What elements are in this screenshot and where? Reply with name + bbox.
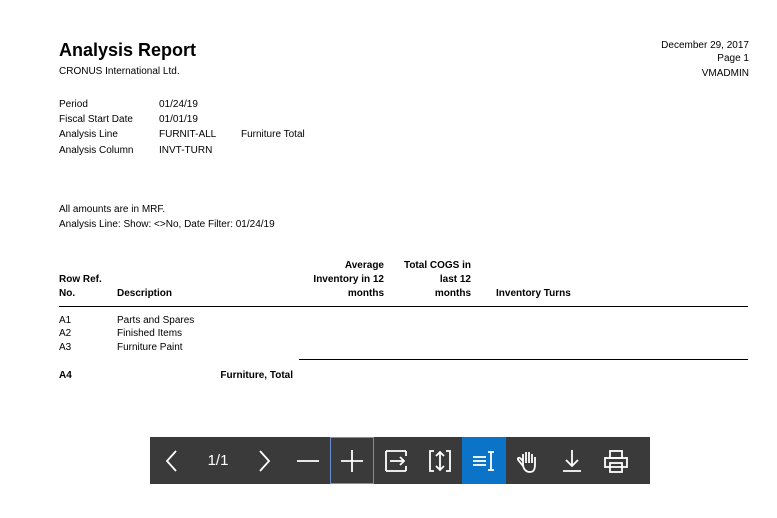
total-ref: A4 <box>59 370 72 381</box>
total-description: Furniture, Total <box>220 370 293 381</box>
param-label-analysis-line: Analysis Line <box>59 129 118 140</box>
text-select-icon <box>473 450 494 471</box>
col-row-ref-line2: No. <box>59 288 76 299</box>
text-select-button[interactable] <box>462 437 506 484</box>
zoom-out-button[interactable] <box>286 437 330 484</box>
zoom-in-button[interactable] <box>330 437 374 484</box>
row-description: Finished Items <box>117 328 183 339</box>
print-icon <box>604 449 628 473</box>
row-description: Furniture Paint <box>117 342 183 353</box>
filter-note: Analysis Line: Show: <>No, Date Filter: … <box>59 219 275 230</box>
print-button[interactable] <box>594 437 638 484</box>
fit-page-icon <box>429 449 451 472</box>
fit-width-button[interactable] <box>374 437 418 484</box>
hand-pan-icon <box>517 451 536 473</box>
next-page-button[interactable] <box>242 437 286 484</box>
col-cogs-line2: last 12 <box>439 274 471 285</box>
param-value-fiscal-start: 01/01/19 <box>159 114 198 125</box>
pdf-viewer-toolbar: 1/1 <box>150 437 650 484</box>
zoom-out-icon <box>297 459 319 462</box>
param-label-period: Period <box>59 99 88 110</box>
previous-page-button[interactable] <box>150 437 194 484</box>
report-date: December 29, 2017 <box>661 40 749 51</box>
param-value-period: 01/24/19 <box>159 99 198 110</box>
header-divider <box>59 306 748 307</box>
fit-page-button[interactable] <box>418 437 462 484</box>
param-value-analysis-line: FURNIT-ALL <box>159 129 217 140</box>
col-avg-inv-line2: Inventory in 12 <box>313 274 384 285</box>
col-avg-inv-line3: months <box>347 288 384 299</box>
user-id: VMADMIN <box>701 68 749 79</box>
amounts-note: All amounts are in MRF. <box>59 204 166 215</box>
download-icon <box>563 449 581 472</box>
col-cogs-line3: months <box>434 288 471 299</box>
param-label-fiscal-start: Fiscal Start Date <box>59 114 133 125</box>
param-extra-analysis-line: Furniture Total <box>241 129 305 140</box>
chevron-right-icon <box>259 449 271 472</box>
page-indicator: 1/1 <box>207 452 229 469</box>
col-cogs-line1: Total COGS in <box>403 260 471 271</box>
total-divider <box>299 359 748 360</box>
fit-width-icon <box>385 449 407 472</box>
chevron-left-icon <box>165 449 177 472</box>
param-value-analysis-column: INVT-TURN <box>159 145 213 156</box>
zoom-in-icon <box>341 449 363 472</box>
row-description: Parts and Spares <box>117 315 195 326</box>
download-button[interactable] <box>550 437 594 484</box>
col-description: Description <box>117 288 173 299</box>
page-number: Page 1 <box>717 53 749 64</box>
col-inventory-turns: Inventory Turns <box>496 288 571 299</box>
row-ref: A2 <box>59 328 72 339</box>
col-avg-inv-line1: Average <box>344 260 384 271</box>
row-ref: A1 <box>59 315 72 326</box>
param-label-analysis-column: Analysis Column <box>59 145 134 156</box>
report-title: Analysis Report <box>59 40 197 60</box>
row-ref: A3 <box>59 342 72 353</box>
col-row-ref-line1: Row Ref. <box>59 274 102 285</box>
company-name: CRONUS International Ltd. <box>59 66 180 77</box>
hand-pan-button[interactable] <box>506 437 550 484</box>
